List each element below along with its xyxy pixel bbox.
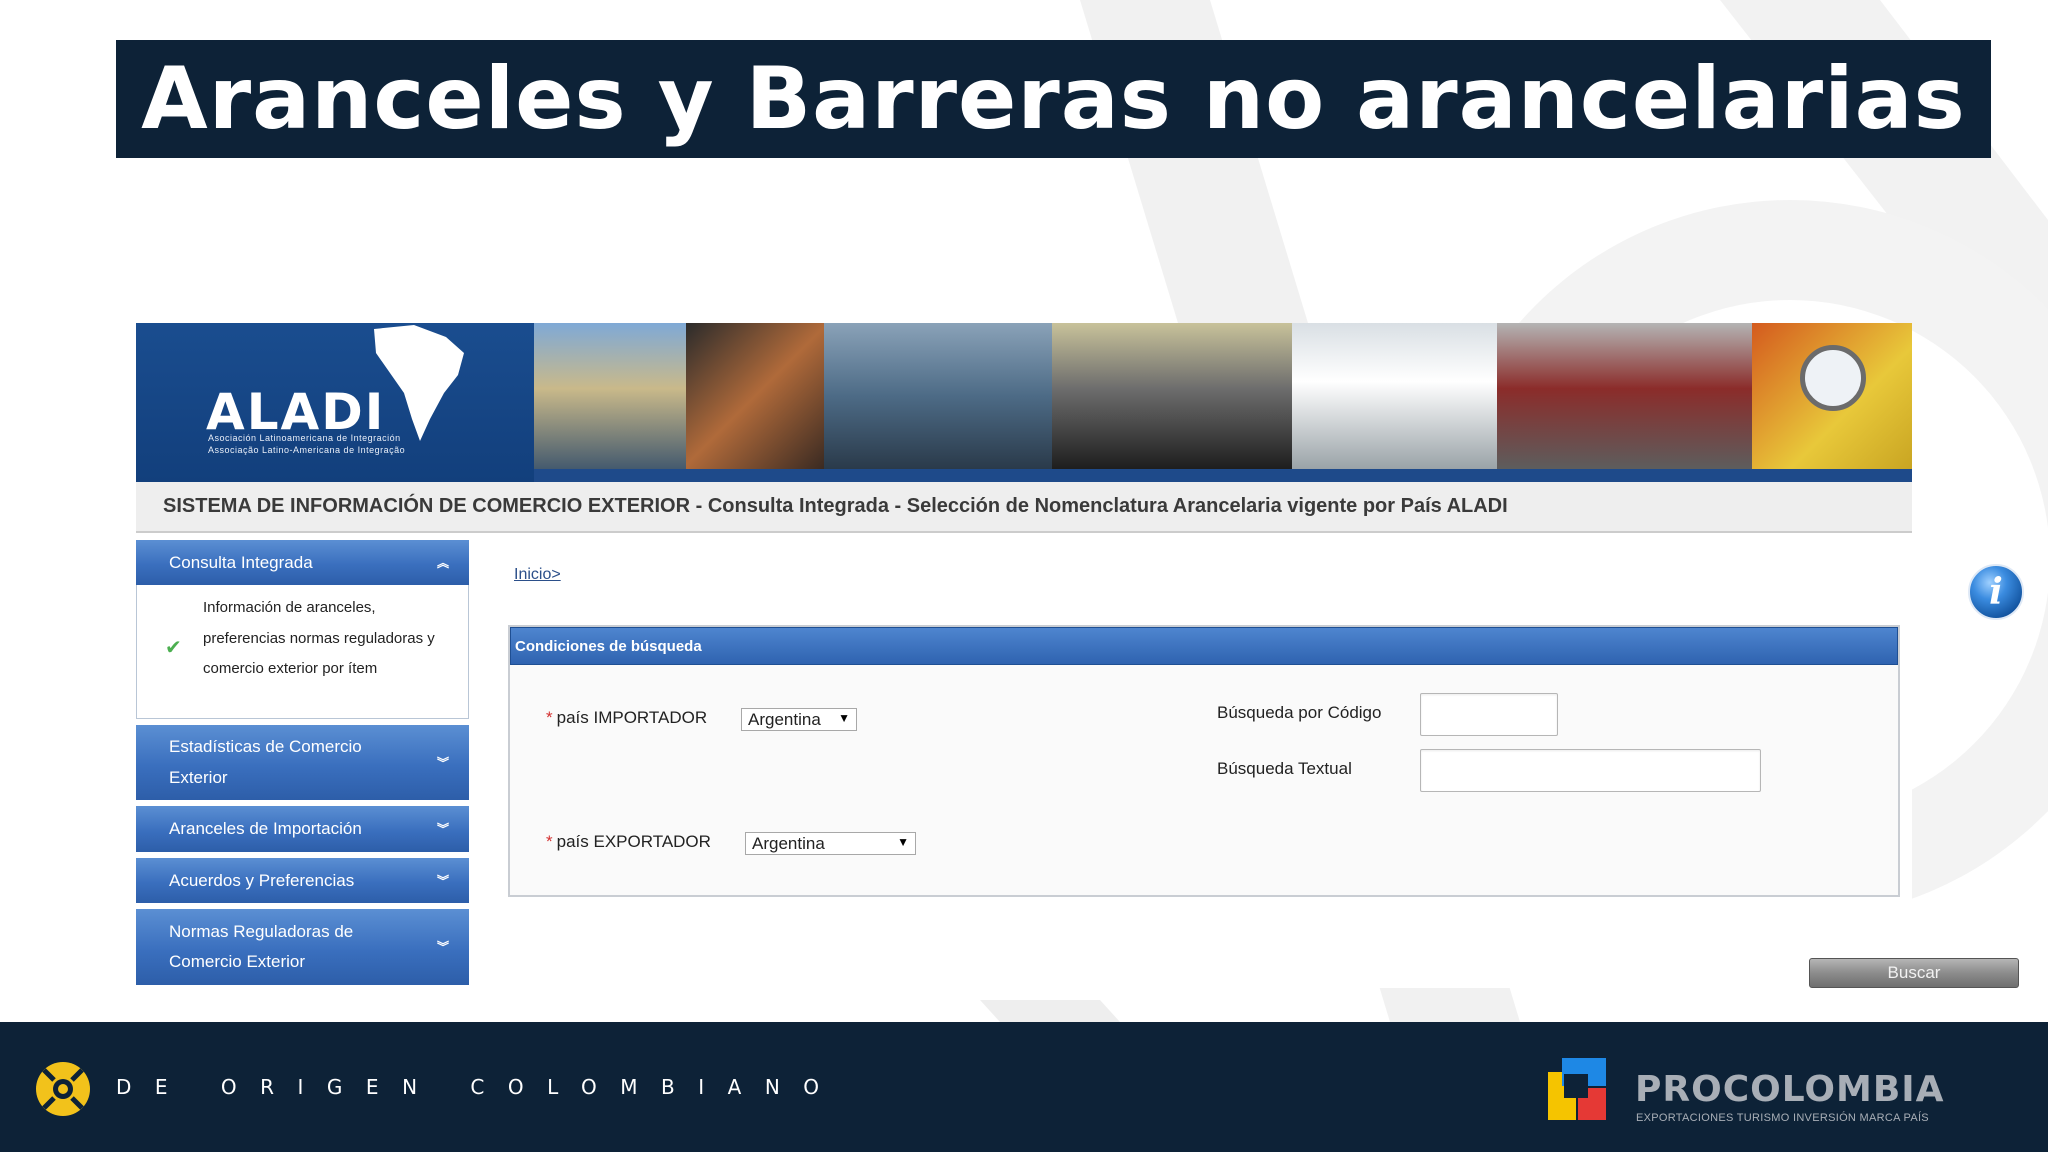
chevron-up-icon[interactable]: ︽ bbox=[437, 548, 449, 578]
code-search-label: Búsqueda por Código bbox=[1217, 703, 1382, 722]
chevron-down-icon[interactable]: ︾ bbox=[437, 866, 449, 896]
menu-estadisticas[interactable]: Estadísticas de Comercio Exterior ︾ bbox=[136, 725, 469, 800]
photo-factory bbox=[824, 323, 1052, 469]
photo-gauge bbox=[1752, 323, 1912, 469]
required-mark: * bbox=[546, 708, 553, 727]
aladi-logo-subtitle: Asociación Latinoamericana de Integració… bbox=[208, 433, 401, 443]
slide-footer: DE ORIGEN COLOMBIANO PROCOLOMBIA EXPORTA… bbox=[0, 1022, 2048, 1152]
dropdown-arrow-icon: ▼ bbox=[897, 835, 909, 849]
main-content: Inicio> i Condiciones de búsqueda * país … bbox=[508, 540, 2024, 988]
menu-aranceles-importacion[interactable]: Aranceles de Importación ︾ bbox=[136, 806, 469, 852]
breadcrumb-inicio[interactable]: Inicio> bbox=[514, 566, 561, 584]
chevron-down-icon[interactable]: ︾ bbox=[437, 814, 449, 844]
checkmark-icon: ✔ bbox=[165, 637, 182, 659]
exporter-label: * país EXPORTADOR bbox=[546, 832, 711, 852]
importer-select[interactable]: Argentina ▼ bbox=[741, 708, 857, 731]
photo-copper bbox=[686, 323, 824, 469]
menu-acuerdos-preferencias[interactable]: Acuerdos y Preferencias ︾ bbox=[136, 858, 469, 903]
menu-item-label: Acuerdos y Preferencias bbox=[169, 870, 355, 890]
chevron-down-icon[interactable]: ︾ bbox=[437, 932, 449, 963]
menu-item-label: Normas Reguladoras de Comercio Exterior bbox=[169, 921, 354, 972]
procolombia-tagline: EXPORTACIONES TURISMO INVERSIÓN MARCA PA… bbox=[1636, 1112, 1929, 1124]
importer-label-text: país IMPORTADOR bbox=[556, 708, 708, 727]
panel-title: Condiciones de búsqueda bbox=[510, 627, 1898, 665]
menu-item-label: Aranceles de Importación bbox=[169, 819, 362, 838]
system-header: SISTEMA DE INFORMACIÓN DE COMERCIO EXTER… bbox=[136, 482, 1912, 533]
search-button[interactable]: Buscar bbox=[1809, 958, 2019, 988]
banner-strip bbox=[534, 469, 1912, 482]
menu-normas-reguladoras[interactable]: Normas Reguladoras de Comercio Exterior … bbox=[136, 909, 469, 985]
aladi-banner: ALADI Asociación Latinoamericana de Inte… bbox=[136, 323, 1912, 482]
sidebar-menu: Consulta Integrada ︽ ✔ Información de ar… bbox=[136, 540, 469, 991]
photo-textile bbox=[1292, 323, 1497, 469]
exporter-select-value: Argentina bbox=[752, 833, 825, 853]
banner-photo-strip bbox=[534, 323, 1912, 469]
photo-truck bbox=[1052, 323, 1292, 469]
exporter-select[interactable]: Argentina ▼ bbox=[745, 832, 916, 855]
submenu-item-info-aranceles[interactable]: Información de aranceles, preferencias n… bbox=[203, 593, 443, 685]
text-search-label: Búsqueda Textual bbox=[1217, 759, 1352, 778]
exporter-label-text: país EXPORTADOR bbox=[556, 832, 711, 851]
procolombia-brand: PROCOLOMBIA bbox=[1635, 1069, 1945, 1110]
origin-emblem-icon bbox=[36, 1062, 90, 1116]
text-search-input[interactable] bbox=[1420, 749, 1761, 792]
aladi-logo-subtitle-pt: Associação Latino-Americana de Integraçã… bbox=[208, 445, 406, 455]
aladi-screenshot: ALADI Asociación Latinoamericana de Inte… bbox=[136, 323, 2024, 991]
menu-consulta-integrada[interactable]: Consulta Integrada ︽ bbox=[136, 540, 469, 585]
procolombia-logo-icon bbox=[1548, 1058, 1606, 1120]
photo-port-cranes bbox=[534, 323, 686, 469]
slide-title-bar: Aranceles y Barreras no arancelarias bbox=[116, 40, 1991, 158]
footer-tagline: DE ORIGEN COLOMBIANO bbox=[116, 1075, 843, 1099]
aladi-logo[interactable]: ALADI Asociación Latinoamericana de Inte… bbox=[136, 323, 534, 482]
system-title: SISTEMA DE INFORMACIÓN DE COMERCIO EXTER… bbox=[163, 495, 1508, 517]
required-mark: * bbox=[546, 832, 553, 851]
chevron-down-icon[interactable]: ︾ bbox=[437, 747, 449, 778]
search-conditions-panel: Condiciones de búsqueda * país IMPORTADOR… bbox=[508, 625, 1900, 897]
menu-submenu: ✔ Información de aranceles, preferencias… bbox=[136, 585, 469, 719]
slide-title: Aranceles y Barreras no arancelarias bbox=[141, 49, 1966, 149]
importer-select-value: Argentina bbox=[748, 709, 821, 729]
pressure-gauge-icon bbox=[1800, 345, 1866, 411]
photo-containers bbox=[1497, 323, 1752, 469]
importer-label: * país IMPORTADOR bbox=[546, 708, 707, 728]
menu-item-label: Estadísticas de Comercio Exterior bbox=[169, 737, 362, 787]
code-search-input[interactable] bbox=[1420, 693, 1558, 736]
dropdown-arrow-icon: ▼ bbox=[838, 711, 850, 725]
info-glyph: i bbox=[1989, 571, 2003, 613]
menu-item-label: Consulta Integrada bbox=[169, 552, 313, 572]
info-icon[interactable]: i bbox=[1968, 564, 2024, 620]
